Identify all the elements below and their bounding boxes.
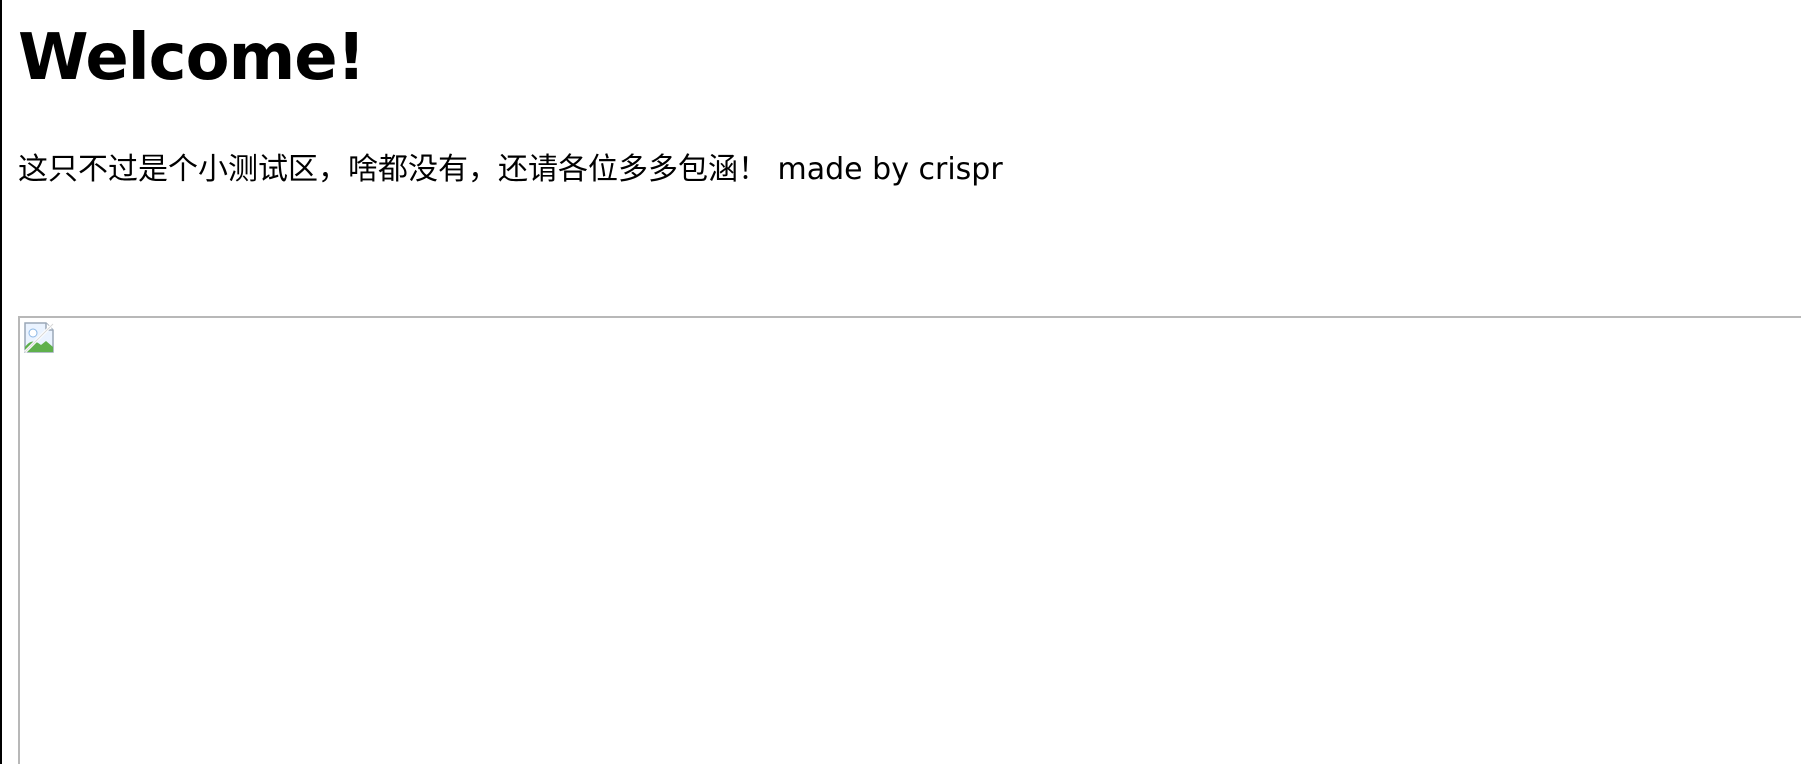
left-edge-rule	[0, 0, 2, 764]
broken-image-icon	[22, 321, 56, 355]
intro-text: 这只不过是个小测试区，啥都没有，还请各位多多包涵！ made by crispr	[18, 152, 1003, 187]
page-title: Welcome!	[18, 21, 366, 95]
broken-image-frame	[18, 316, 1801, 764]
